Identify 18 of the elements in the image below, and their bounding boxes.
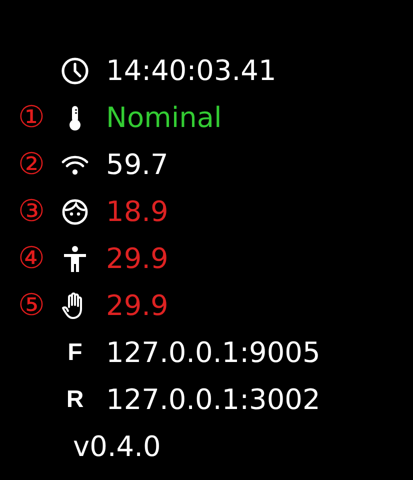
value-text: 127.0.0.1:3002: [106, 383, 322, 416]
letter-label: R: [66, 386, 84, 414]
value-text: 29.9: [106, 289, 170, 322]
value-text: 59.7: [106, 148, 170, 181]
circled-number: ④: [18, 244, 46, 274]
value-text: 29.9: [106, 242, 170, 275]
version-text: v0.4.0: [72, 429, 162, 465]
value-text: 18.9: [106, 195, 170, 228]
letter-label: F: [68, 338, 82, 366]
value-text: 14:40:03.41: [106, 54, 278, 87]
circled-number: ③: [18, 196, 46, 226]
value-text: Nominal: [106, 101, 223, 134]
circled-number: ②: [18, 150, 46, 180]
clock-icon: [60, 56, 90, 86]
value-text: 127.0.0.1:9005: [106, 336, 322, 369]
circled-number: ①: [18, 102, 46, 132]
circled-number: ⑤: [18, 290, 46, 320]
face-icon: [60, 196, 90, 226]
